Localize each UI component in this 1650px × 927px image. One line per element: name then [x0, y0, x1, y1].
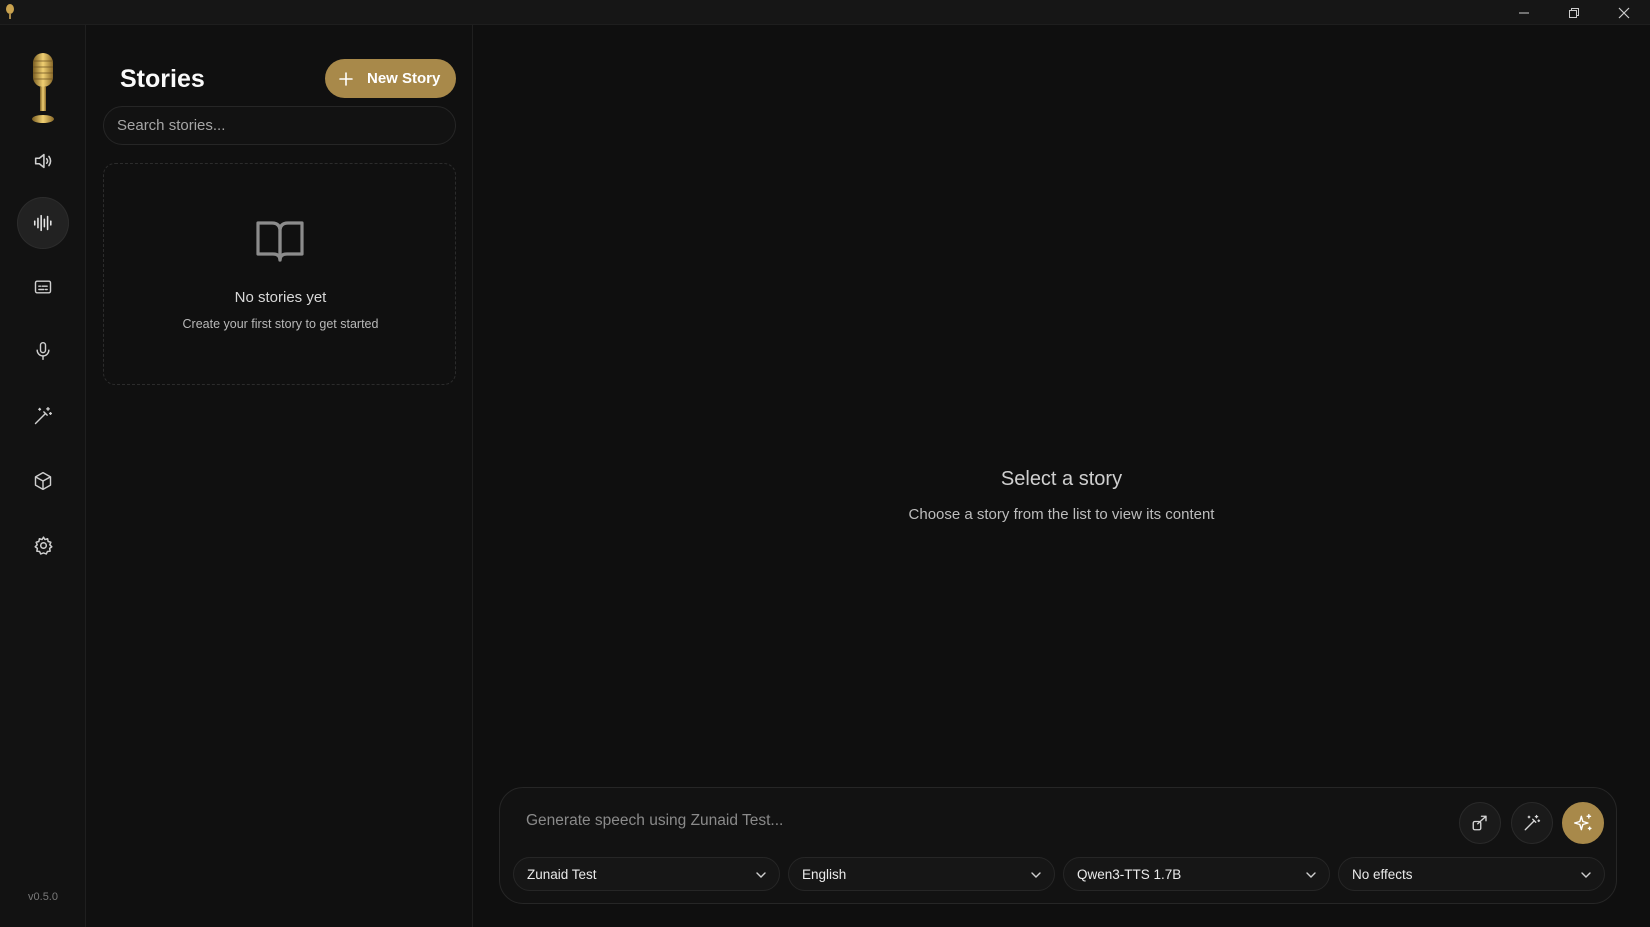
sidebar-item-voices[interactable]: [17, 325, 69, 377]
language-select[interactable]: English: [788, 857, 1055, 891]
generate-button[interactable]: [1562, 802, 1604, 844]
speaker-icon: [34, 153, 52, 169]
new-story-button[interactable]: New Story: [325, 59, 456, 98]
restore-icon: [1569, 7, 1579, 18]
new-story-label: New Story: [367, 70, 441, 87]
waveform-icon: [33, 214, 52, 232]
effects-select-value: No effects: [1352, 866, 1413, 882]
empty-title: No stories yet: [234, 289, 327, 306]
sidebar-item-speech[interactable]: [17, 135, 69, 187]
microphone-logo-icon: [32, 53, 54, 123]
search-input[interactable]: [103, 106, 456, 145]
box-icon: [34, 471, 52, 491]
sidebar-item-models[interactable]: [17, 455, 69, 507]
language-select-value: English: [802, 866, 847, 882]
sidebar-item-effects[interactable]: [17, 390, 69, 442]
chevron-down-icon: [1306, 872, 1316, 878]
page-title: Stories: [120, 65, 205, 93]
attach-icon: [1472, 815, 1487, 831]
caption-icon: [34, 280, 52, 294]
enhance-button[interactable]: [1511, 802, 1553, 844]
plus-icon: [339, 71, 353, 86]
app-version: v0.5.0: [28, 891, 58, 903]
chevron-down-icon: [756, 872, 766, 878]
sparkles-icon: [1573, 813, 1592, 831]
restore-button[interactable]: [1549, 0, 1599, 25]
minimize-icon: [1519, 12, 1529, 13]
speech-prompt-input[interactable]: [526, 806, 1426, 836]
select-story-title: Select a story: [1000, 468, 1123, 490]
effects-select[interactable]: No effects: [1338, 857, 1605, 891]
empty-subtitle: Create your first story to get started: [182, 317, 379, 331]
microphone-icon: [36, 341, 50, 361]
voice-select[interactable]: Zunaid Test: [513, 857, 780, 891]
app-logo-icon: [6, 4, 14, 19]
magic-wand-icon: [34, 406, 53, 425]
magic-wand-icon: [1524, 814, 1541, 831]
minimize-button[interactable]: [1499, 0, 1549, 25]
gear-icon: [33, 535, 53, 555]
close-icon: [1618, 7, 1630, 18]
chevron-down-icon: [1031, 872, 1041, 878]
speech-composer: Zunaid Test English Qwen3-TTS 1.7B No ef…: [499, 787, 1617, 904]
stories-panel: Stories New Story No stories yet Create …: [86, 25, 473, 927]
open-book-icon: [256, 221, 304, 262]
sidebar-item-stories[interactable]: [17, 197, 69, 249]
title-bar: [0, 0, 1650, 25]
select-story-subtitle: Choose a story from the list to view its…: [908, 506, 1215, 523]
close-button[interactable]: [1599, 0, 1649, 25]
sidebar-item-captions[interactable]: [17, 261, 69, 313]
voice-select-value: Zunaid Test: [527, 866, 597, 882]
sidebar-item-settings[interactable]: [17, 519, 69, 571]
model-select-value: Qwen3-TTS 1.7B: [1077, 866, 1182, 882]
sidebar-rail: v0.5.0: [0, 25, 86, 927]
model-select[interactable]: Qwen3-TTS 1.7B: [1063, 857, 1330, 891]
attach-button[interactable]: [1459, 802, 1501, 844]
chevron-down-icon: [1581, 872, 1591, 878]
empty-stories-state: No stories yet Create your first story t…: [103, 163, 456, 385]
